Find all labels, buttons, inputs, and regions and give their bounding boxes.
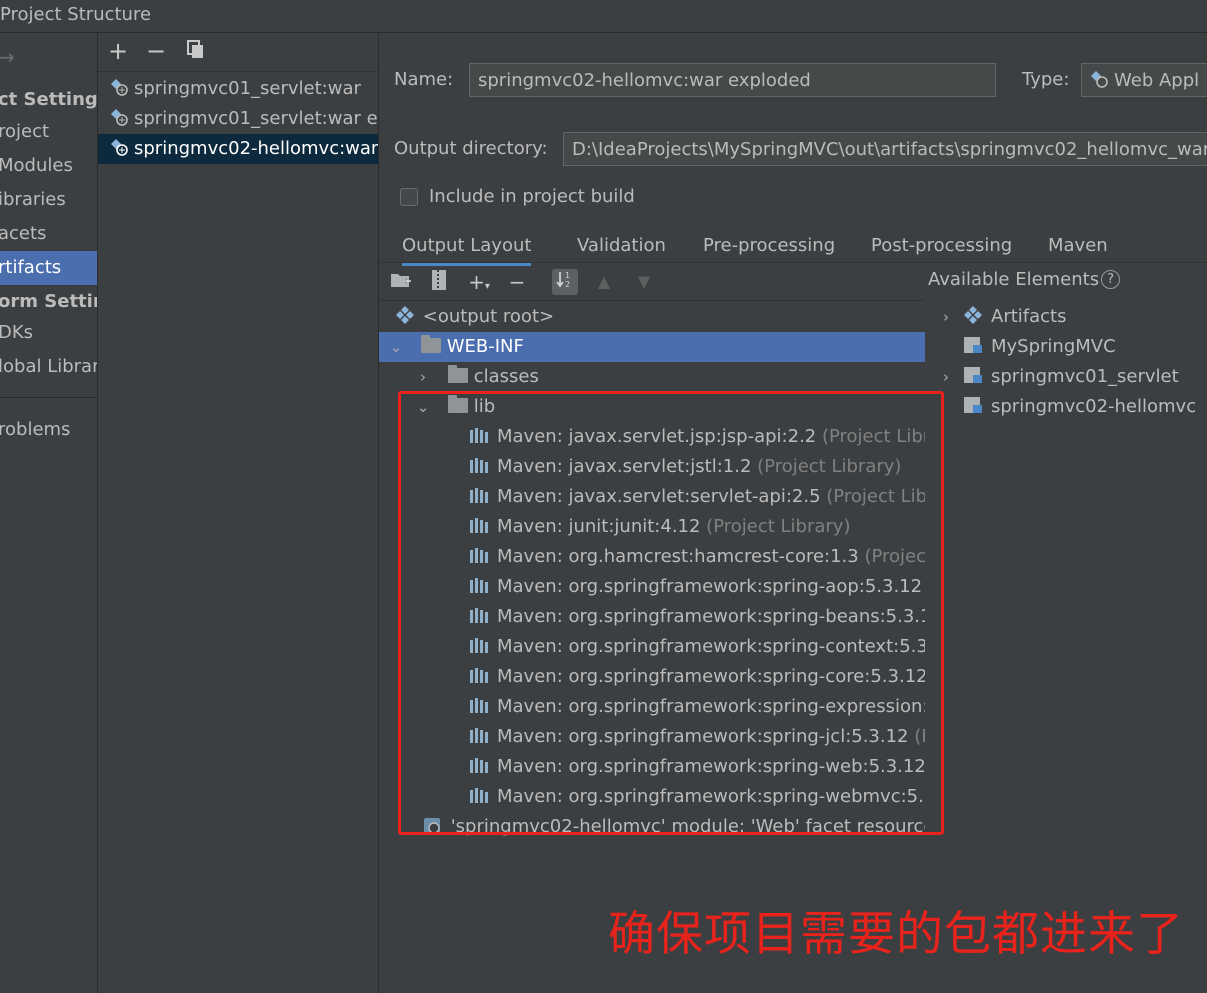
tree-row-output-root[interactable]: <output root> bbox=[379, 302, 925, 332]
module-icon bbox=[964, 367, 982, 383]
output-directory-label: Output directory: bbox=[394, 138, 548, 159]
artifact-label: springmvc01_servlet:war bbox=[134, 78, 361, 99]
nav-header-platform-settings: orm Setting bbox=[0, 291, 97, 312]
output-directory-field[interactable]: D:\IdeaProjects\MySpringMVC\out\artifact… bbox=[563, 132, 1207, 166]
new-folder-icon[interactable] bbox=[389, 269, 413, 295]
available-item-artifacts[interactable]: › Artifacts bbox=[939, 302, 1066, 332]
nav-item-libraries[interactable]: ibraries bbox=[0, 183, 97, 217]
tree-row-classes[interactable]: › classes bbox=[379, 362, 925, 392]
nav-header-project-settings: ct Settings bbox=[0, 89, 98, 110]
annotation-text: 确保项目需要的包都进来了 bbox=[608, 907, 1184, 962]
svg-text:1: 1 bbox=[565, 271, 570, 280]
nav-item-project[interactable]: roject bbox=[0, 115, 97, 149]
artifact-label: springmvc01_servlet:war exp bbox=[134, 108, 378, 129]
back-arrow-icon[interactable]: → bbox=[0, 45, 15, 69]
available-elements-title: Available Elements bbox=[928, 269, 1100, 290]
sort-elements-icon[interactable]: 12 bbox=[552, 269, 578, 295]
folder-icon bbox=[420, 334, 441, 353]
nav-item-global-libraries[interactable]: lobal Librar bbox=[0, 350, 97, 384]
nav-separator bbox=[0, 397, 97, 398]
artifact-item-selected[interactable]: springmvc02-hellomvc:war e bbox=[98, 134, 378, 164]
layout-toolbar: +▾ − 12 ▲ ▼ bbox=[379, 264, 925, 301]
available-elements-header: Available Elements? bbox=[928, 269, 1121, 290]
name-field[interactable]: springmvc02-hellomvc:war exploded bbox=[469, 63, 996, 97]
tab-output-layout[interactable]: Output Layout bbox=[402, 229, 532, 266]
add-icon[interactable]: + bbox=[106, 39, 130, 63]
tab-pre-processing[interactable]: Pre-processing bbox=[703, 229, 835, 263]
tab-validation[interactable]: Validation bbox=[577, 229, 666, 263]
tree-row-web-inf[interactable]: ⌄ WEB-INF bbox=[379, 332, 925, 362]
help-icon[interactable]: ? bbox=[1101, 269, 1121, 289]
web-artifact-icon bbox=[111, 139, 128, 156]
chevron-down-icon[interactable]: ⌄ bbox=[389, 332, 403, 362]
web-artifact-icon bbox=[111, 79, 128, 96]
nav-item-problems[interactable]: roblems bbox=[0, 413, 97, 447]
artifacts-icon bbox=[964, 306, 982, 324]
web-app-icon bbox=[1091, 71, 1108, 88]
available-item-springmvc02[interactable]: springmvc02-hellomvc bbox=[963, 392, 1196, 422]
nav-item-artifacts[interactable]: rtifacts bbox=[0, 251, 97, 285]
output-root-icon bbox=[395, 306, 414, 324]
move-up-icon[interactable]: ▲ bbox=[593, 269, 615, 295]
tab-post-processing[interactable]: Post-processing bbox=[871, 229, 1012, 263]
archive-icon[interactable] bbox=[427, 269, 451, 295]
nav-item-modules[interactable]: Modules bbox=[0, 149, 97, 183]
tab-maven[interactable]: Maven bbox=[1048, 229, 1108, 263]
nav-item-sdks[interactable]: DKs bbox=[0, 316, 97, 350]
svg-text:2: 2 bbox=[565, 280, 570, 289]
module-icon bbox=[964, 337, 982, 353]
web-artifact-icon bbox=[111, 109, 128, 126]
copy-icon[interactable] bbox=[184, 39, 208, 63]
available-label: Artifacts bbox=[991, 306, 1067, 327]
name-label: Name: bbox=[394, 69, 454, 90]
available-label: springmvc02-hellomvc bbox=[991, 396, 1197, 417]
settings-nav: → ct Settings roject Modules ibraries ac… bbox=[0, 33, 98, 993]
available-item-springmvc01[interactable]: › springmvc01_servlet bbox=[939, 362, 1179, 392]
artifact-label: springmvc02-hellomvc:war e bbox=[134, 138, 378, 159]
type-label: Type: bbox=[1022, 69, 1070, 90]
available-label: MySpringMVC bbox=[991, 336, 1116, 357]
type-value: Web Appl bbox=[1114, 70, 1200, 91]
artifacts-list-panel: + − springmvc01_servlet:war springmvc01_… bbox=[98, 33, 379, 993]
title-bar: Project Structure bbox=[0, 0, 1207, 33]
window-title: Project Structure bbox=[0, 4, 152, 25]
highlight-box bbox=[398, 391, 944, 835]
remove-element-icon[interactable]: − bbox=[505, 269, 529, 295]
include-in-build-label: Include in project build bbox=[429, 186, 635, 207]
module-icon bbox=[964, 397, 982, 413]
artifact-item[interactable]: springmvc01_servlet:war bbox=[98, 74, 378, 104]
folder-icon bbox=[447, 364, 468, 383]
chevron-right-icon[interactable]: › bbox=[939, 302, 953, 332]
available-label: springmvc01_servlet bbox=[991, 366, 1179, 387]
move-down-icon[interactable]: ▼ bbox=[633, 269, 655, 295]
add-copy-of-icon[interactable]: +▾ bbox=[465, 269, 493, 295]
remove-icon[interactable]: − bbox=[144, 39, 168, 63]
nav-item-facets[interactable]: acets bbox=[0, 217, 97, 251]
artifacts-toolbar: + − bbox=[98, 33, 378, 72]
available-item-myspringmvc[interactable]: MySpringMVC bbox=[963, 332, 1116, 362]
include-in-build-checkbox[interactable] bbox=[400, 188, 418, 206]
type-select[interactable]: Web Appl bbox=[1081, 63, 1207, 97]
tree-label: WEB-INF bbox=[446, 336, 524, 357]
tree-label: <output root> bbox=[422, 306, 555, 327]
tabs-divider bbox=[379, 262, 1207, 263]
chevron-right-icon[interactable]: › bbox=[416, 362, 430, 392]
tree-label: classes bbox=[473, 366, 539, 387]
chevron-right-icon[interactable]: › bbox=[939, 362, 953, 392]
artifact-item[interactable]: springmvc01_servlet:war exp bbox=[98, 104, 378, 134]
